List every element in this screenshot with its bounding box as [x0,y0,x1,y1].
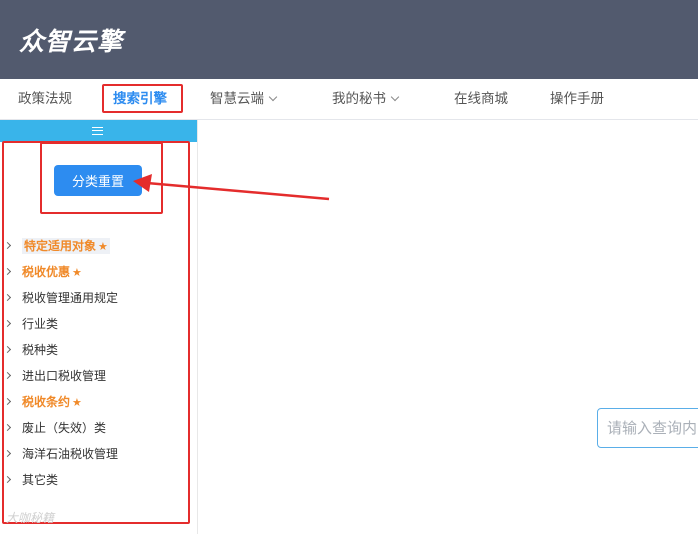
search-input[interactable]: 请输入查询内 [597,408,698,448]
watermark-text: 大咖秘籍 [6,511,55,525]
nav-item-policy[interactable]: 政策法规 [18,79,72,119]
nav-item-my-secretary[interactable]: 我的秘书 [332,79,400,119]
sidebar-toggle[interactable] [0,120,197,142]
app-logo: 众智云擎 [19,27,124,56]
chevron-down-icon [390,92,400,102]
top-header: 众智云擎 [0,0,698,79]
nav-item-online-mall[interactable]: 在线商城 [454,79,508,119]
hamburger-icon [92,127,103,135]
nav-item-smart-cloud[interactable]: 智慧云端 [210,79,278,119]
annotation-highlight-category-tree [2,141,190,524]
nav-item-manual[interactable]: 操作手册 [550,79,604,119]
annotation-highlight-search-engine [102,84,183,113]
chevron-down-icon [268,92,278,102]
